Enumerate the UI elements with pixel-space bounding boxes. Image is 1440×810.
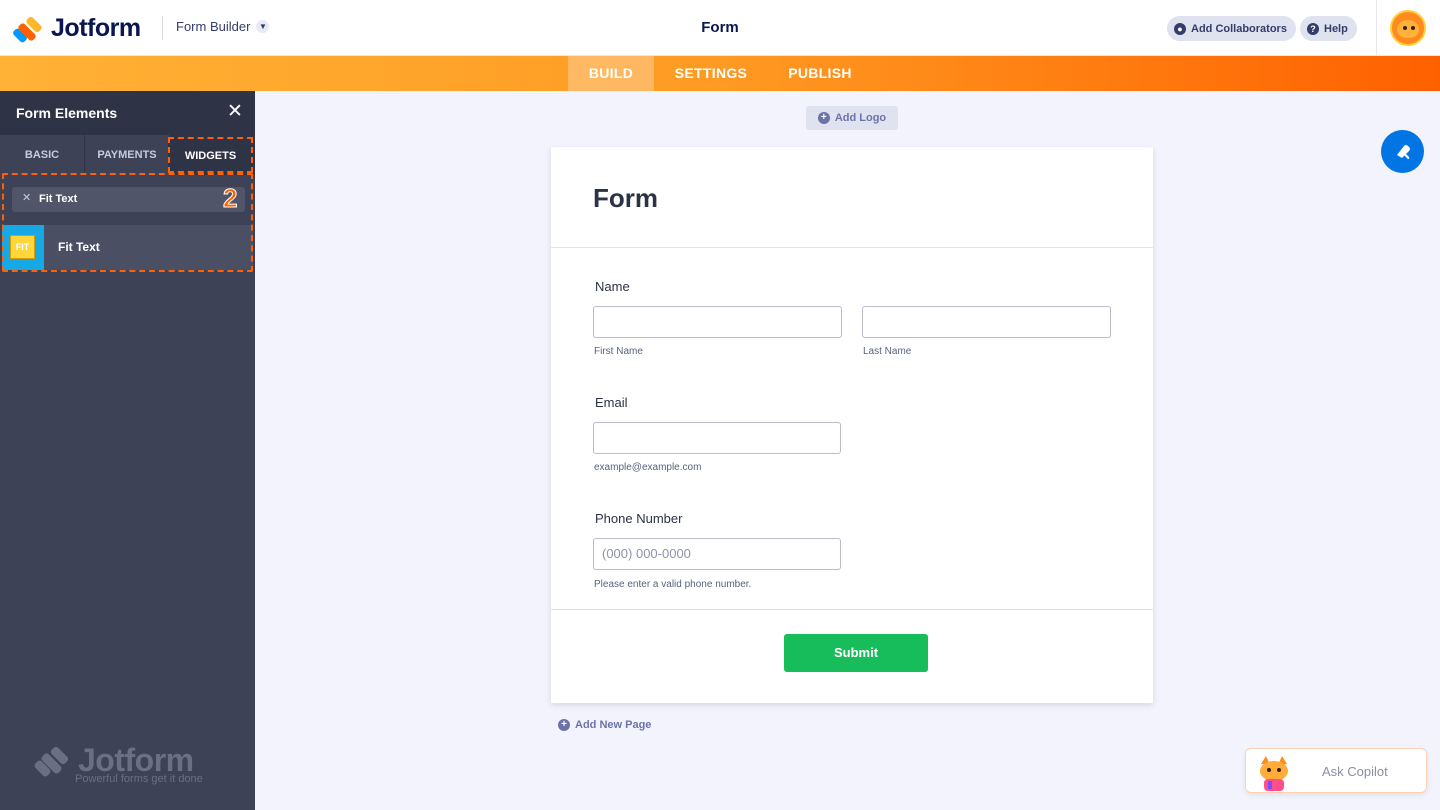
name-label: Name	[595, 279, 630, 294]
sidebar-brand-tagline: Powerful forms get it done	[75, 773, 203, 785]
avatar[interactable]	[1390, 10, 1426, 46]
panel-title: Form Elements	[16, 105, 118, 121]
clear-search-icon[interactable]: ✕	[22, 191, 31, 204]
builder-selector-label: Form Builder	[176, 19, 251, 34]
first-name-sublabel: First Name	[594, 346, 643, 357]
tab-build[interactable]: BUILD	[568, 56, 654, 91]
form-card: Form Name First Name Last Name Email exa…	[551, 147, 1153, 703]
add-collaborators-button[interactable]: ● Add Collaborators	[1167, 16, 1296, 41]
ask-copilot-button[interactable]: Ask Copilot	[1245, 748, 1427, 793]
tab-publish[interactable]: PUBLISH	[778, 56, 862, 91]
widget-item-fit-text[interactable]: FIT Fit Text	[2, 225, 253, 270]
builder-selector[interactable]: Form Builder ▼	[176, 19, 270, 34]
last-name-sublabel: Last Name	[863, 346, 912, 357]
avatar-eye	[1411, 26, 1415, 30]
help-button[interactable]: ? Help	[1300, 16, 1357, 41]
submit-button[interactable]: Submit	[784, 634, 928, 672]
help-label: Help	[1324, 22, 1348, 35]
avatar-face	[1397, 20, 1419, 38]
tab-payments[interactable]: PAYMENTS	[85, 135, 169, 175]
tab-widgets[interactable]: WIDGETS	[168, 137, 253, 173]
phone-sublabel: Please enter a valid phone number.	[594, 579, 752, 590]
page-title: Form	[701, 19, 739, 36]
step-badge: 2	[222, 183, 238, 214]
user-icon: ●	[1174, 22, 1186, 35]
chevron-down-icon: ▼	[256, 20, 270, 33]
ask-copilot-label: Ask Copilot	[1322, 764, 1388, 779]
paint-roller-icon	[1396, 144, 1410, 159]
header-divider	[162, 16, 163, 40]
last-name-input[interactable]	[862, 306, 1111, 338]
add-logo-button[interactable]: + Add Logo	[806, 106, 898, 130]
top-header: Jotform Form Builder ▼ Form ● Add Collab…	[0, 0, 1440, 56]
builder-nav: BUILD SETTINGS PUBLISH	[0, 56, 1440, 91]
email-sublabel: example@example.com	[594, 462, 702, 473]
question-icon: ?	[1307, 22, 1319, 35]
widget-item-label: Fit Text	[58, 240, 100, 254]
search-value: Fit Text	[39, 193, 78, 205]
add-new-page-label: Add New Page	[575, 719, 652, 731]
phone-label: Phone Number	[595, 511, 683, 526]
widget-search-input[interactable]: ✕ Fit Text	[12, 187, 245, 212]
tab-basic[interactable]: BASIC	[0, 135, 84, 175]
panel-header: Form Elements ✕	[0, 91, 255, 135]
add-collaborators-label: Add Collaborators	[1191, 22, 1287, 35]
account-menu[interactable]	[1376, 0, 1440, 56]
fit-text-widget-icon: FIT	[2, 225, 44, 270]
form-heading[interactable]: Form	[593, 183, 658, 214]
form-designer-button[interactable]	[1381, 130, 1424, 173]
jotform-logo[interactable]: Jotform	[11, 14, 141, 44]
plus-icon: +	[558, 719, 570, 731]
panel-tabs: BASIC PAYMENTS WIDGETS	[0, 135, 255, 175]
heading-divider	[551, 247, 1153, 248]
form-elements-panel: Form Elements ✕ BASIC PAYMENTS WIDGETS ✕…	[0, 91, 255, 810]
email-field[interactable]	[593, 422, 841, 454]
plus-icon: +	[817, 112, 830, 124]
close-icon[interactable]: ✕	[226, 102, 244, 122]
first-name-input[interactable]	[593, 306, 842, 338]
tab-settings[interactable]: SETTINGS	[664, 56, 758, 91]
avatar-eye	[1403, 26, 1407, 30]
add-new-page-button[interactable]: + Add New Page	[558, 719, 651, 731]
email-label: Email	[595, 395, 628, 410]
submit-divider	[551, 609, 1153, 610]
add-logo-label: Add Logo	[834, 112, 887, 124]
jotform-logo-icon	[11, 15, 43, 44]
copilot-cat-icon	[1260, 756, 1288, 791]
phone-input[interactable]: (000) 000-0000	[593, 538, 841, 570]
brand-name: Jotform	[51, 14, 141, 42]
jotform-watermark-icon	[33, 745, 70, 778]
fit-text-thumb-label: FIT	[10, 235, 35, 259]
